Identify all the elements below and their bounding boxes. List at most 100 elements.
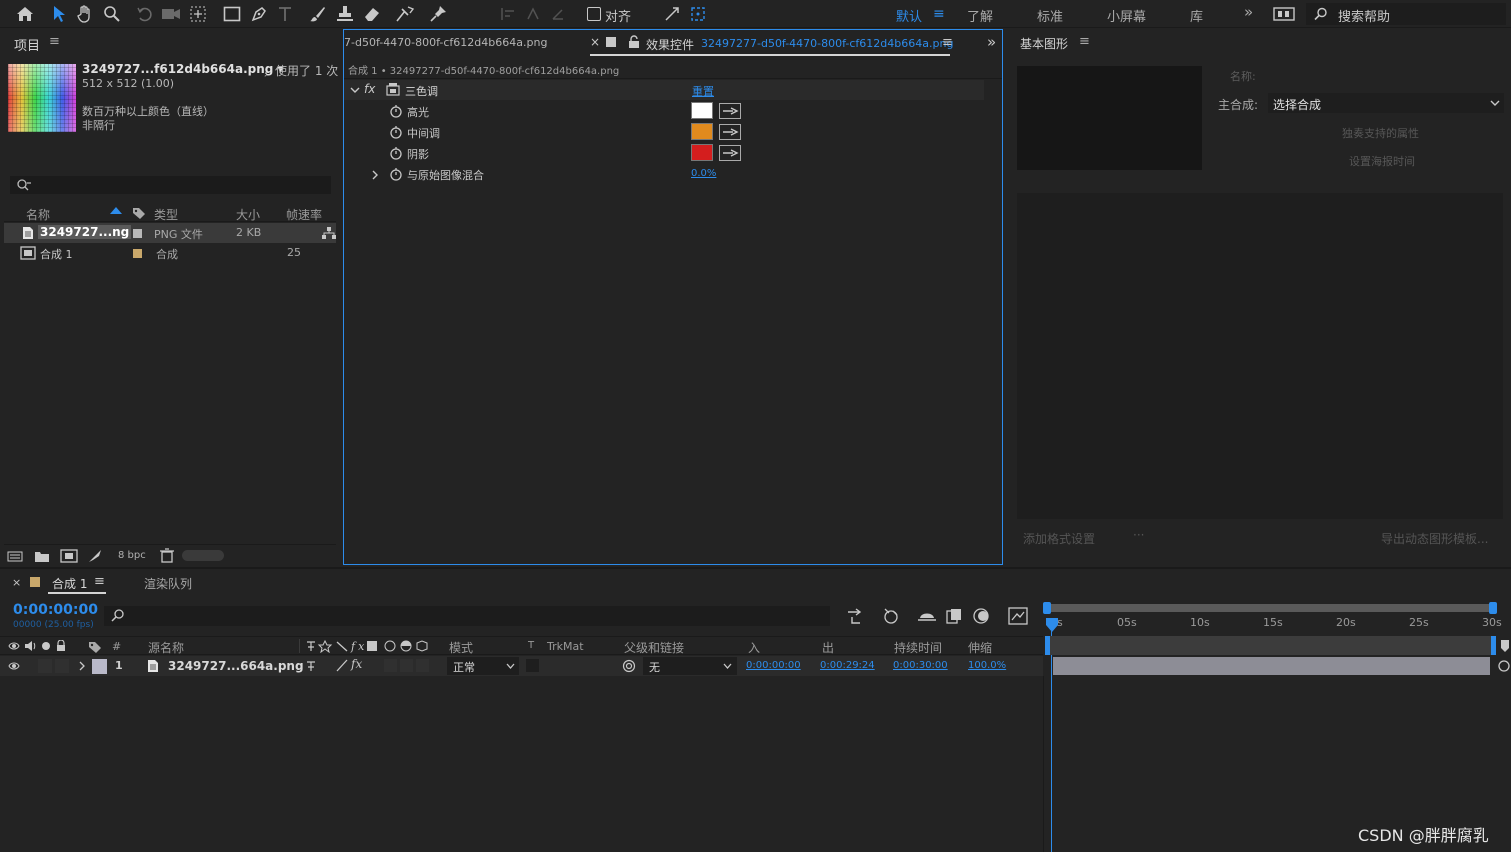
- in-point-marker[interactable]: [1045, 636, 1050, 655]
- stopwatch-icon[interactable]: [389, 167, 403, 181]
- text-tool-icon[interactable]: [274, 3, 296, 25]
- pick-whip-icon[interactable]: [622, 659, 636, 673]
- tab-render-queue[interactable]: 渲染队列: [144, 575, 192, 592]
- work-area-bar[interactable]: [1045, 604, 1496, 612]
- color-swatch-midtones[interactable]: [691, 123, 713, 140]
- tab-composition[interactable]: 合成 1: [52, 575, 87, 592]
- stopwatch-icon[interactable]: [389, 104, 403, 118]
- selection-tool-icon[interactable]: [48, 3, 70, 25]
- label-tag-icon[interactable]: [132, 206, 146, 223]
- fx-toggle[interactable]: fx: [364, 82, 375, 96]
- workspace-default[interactable]: 默认: [896, 6, 922, 25]
- effect-header-row[interactable]: fx 三色调 重置: [344, 80, 984, 100]
- project-item-row[interactable]: 合成 1 合成 25: [4, 243, 336, 263]
- pan-behind-tool-icon[interactable]: [187, 3, 209, 25]
- trash-icon[interactable]: [160, 548, 174, 563]
- more-panels-icon[interactable]: »: [987, 33, 996, 51]
- motion-blur-icon[interactable]: [972, 607, 990, 625]
- frame-blending-icon[interactable]: [946, 608, 964, 624]
- panel-menu-icon[interactable]: ≡: [94, 574, 105, 589]
- close-tab-icon[interactable]: ×: [590, 35, 600, 49]
- effect-controls-tab-file[interactable]: 32497277-d50f-4470-800f-cf612d4b664a.png: [701, 37, 953, 50]
- panel-menu-icon[interactable]: ≡: [942, 35, 953, 50]
- layer-duration[interactable]: 0:00:30:00: [893, 660, 948, 671]
- layer-label-color[interactable]: [92, 659, 107, 674]
- align-checkbox[interactable]: [587, 7, 601, 21]
- reset-button[interactable]: 重置: [692, 83, 714, 99]
- align-left-icon[interactable]: [497, 3, 519, 25]
- snapping-icon[interactable]: [661, 3, 683, 25]
- col-mode[interactable]: 模式: [449, 639, 473, 656]
- camera-tool-icon[interactable]: [160, 3, 182, 25]
- solo-properties-button[interactable]: 独奏支持的属性: [1342, 125, 1419, 141]
- eyedropper-icon[interactable]: [719, 103, 741, 119]
- new-composition-icon[interactable]: [60, 549, 78, 563]
- close-tab-icon[interactable]: ×: [12, 576, 21, 589]
- master-comp-select[interactable]: 选择合成: [1268, 93, 1504, 113]
- preserve-transparency-toggle[interactable]: [526, 659, 539, 672]
- workspace-panel-icon[interactable]: [1273, 3, 1295, 25]
- label-color-swatch[interactable]: [133, 229, 142, 238]
- world-axis-icon[interactable]: [547, 3, 569, 25]
- interpret-footage-icon[interactable]: [7, 549, 23, 563]
- add-formatting-button[interactable]: 添加格式设置: [1023, 530, 1095, 547]
- color-swatch-shadows[interactable]: [691, 144, 713, 161]
- draft-3d-icon[interactable]: [881, 607, 901, 625]
- puppet-pin-tool-icon[interactable]: [427, 3, 449, 25]
- speaker-icon[interactable]: [24, 640, 36, 652]
- label-color-swatch[interactable]: [133, 249, 142, 258]
- stopwatch-icon[interactable]: [389, 125, 403, 139]
- panel-menu-icon[interactable]: ≡: [1079, 34, 1090, 49]
- eye-icon[interactable]: [8, 661, 20, 671]
- eye-icon[interactable]: [8, 641, 20, 651]
- layer-marker-icon[interactable]: [1497, 658, 1511, 674]
- lock-icon[interactable]: [56, 640, 66, 652]
- stopwatch-icon[interactable]: [389, 146, 403, 160]
- pen-tool-icon[interactable]: [248, 3, 270, 25]
- label-tag-icon[interactable]: [88, 640, 102, 653]
- snap-target-icon[interactable]: [687, 3, 709, 25]
- effect-switch-icon[interactable]: fx: [351, 657, 362, 671]
- col-duration[interactable]: 持续时间: [894, 639, 942, 656]
- project-search-input[interactable]: [10, 176, 331, 194]
- project-item-row[interactable]: 3249727...ng PNG 文件 2 KB: [4, 223, 336, 243]
- zoom-tool-icon[interactable]: [101, 3, 123, 25]
- workspace-menu-icon[interactable]: ≡: [933, 6, 945, 22]
- workspace-library[interactable]: 库: [1190, 6, 1203, 25]
- layer-row[interactable]: 1 3249727...664a.png fx 正常 无 0:00:00:00 …: [0, 656, 1043, 676]
- asset-name[interactable]: 3249727...f612d4b664a.png ▾: [82, 62, 284, 76]
- col-track-matte[interactable]: TrkMat: [547, 640, 584, 653]
- composition-mini-flowchart-icon[interactable]: [846, 608, 866, 624]
- solo-icon[interactable]: [41, 641, 51, 651]
- time-ruler[interactable]: 0s 05s 10s 15s 20s 25s 30s: [1045, 614, 1502, 634]
- eraser-tool-icon[interactable]: [361, 3, 383, 25]
- bit-depth-button[interactable]: 8 bpc: [118, 550, 146, 561]
- lock-toggle[interactable]: [55, 659, 69, 673]
- frame-blend-switch[interactable]: [384, 659, 397, 672]
- blend-mode-select[interactable]: 正常: [447, 657, 519, 675]
- layer-in-point[interactable]: 0:00:00:00: [746, 660, 801, 671]
- solo-toggle[interactable]: [38, 659, 52, 673]
- timeline-search-input[interactable]: [104, 606, 830, 626]
- new-folder-icon[interactable]: [34, 549, 50, 563]
- export-motion-template-button[interactable]: 导出动态图形模板...: [1381, 530, 1488, 547]
- layer-name[interactable]: 3249727...664a.png: [168, 659, 304, 673]
- playhead-icon[interactable]: [1045, 617, 1059, 633]
- adjust-settings-icon[interactable]: [87, 548, 103, 564]
- more-options-icon[interactable]: ···: [1133, 528, 1144, 542]
- workspace-standard[interactable]: 标准: [1037, 6, 1063, 25]
- col-stretch[interactable]: 伸缩: [968, 639, 992, 656]
- dependency-icon[interactable]: [322, 227, 336, 239]
- out-point-marker[interactable]: [1491, 636, 1496, 655]
- parent-select[interactable]: 无: [643, 657, 737, 675]
- workspace-learn[interactable]: 了解: [967, 6, 993, 25]
- thumbnail-size-slider[interactable]: [182, 550, 224, 561]
- col-parent-link[interactable]: 父级和链接: [624, 639, 684, 656]
- col-in[interactable]: 入: [748, 639, 760, 656]
- brush-tool-icon[interactable]: [307, 3, 329, 25]
- lock-icon[interactable]: [628, 35, 640, 48]
- layer-duration-bar[interactable]: [1053, 657, 1490, 675]
- effect-controls-tab-label[interactable]: 效果控件: [646, 36, 694, 53]
- layer-stretch[interactable]: 100.0%: [968, 660, 1006, 671]
- clone-stamp-tool-icon[interactable]: [334, 3, 356, 25]
